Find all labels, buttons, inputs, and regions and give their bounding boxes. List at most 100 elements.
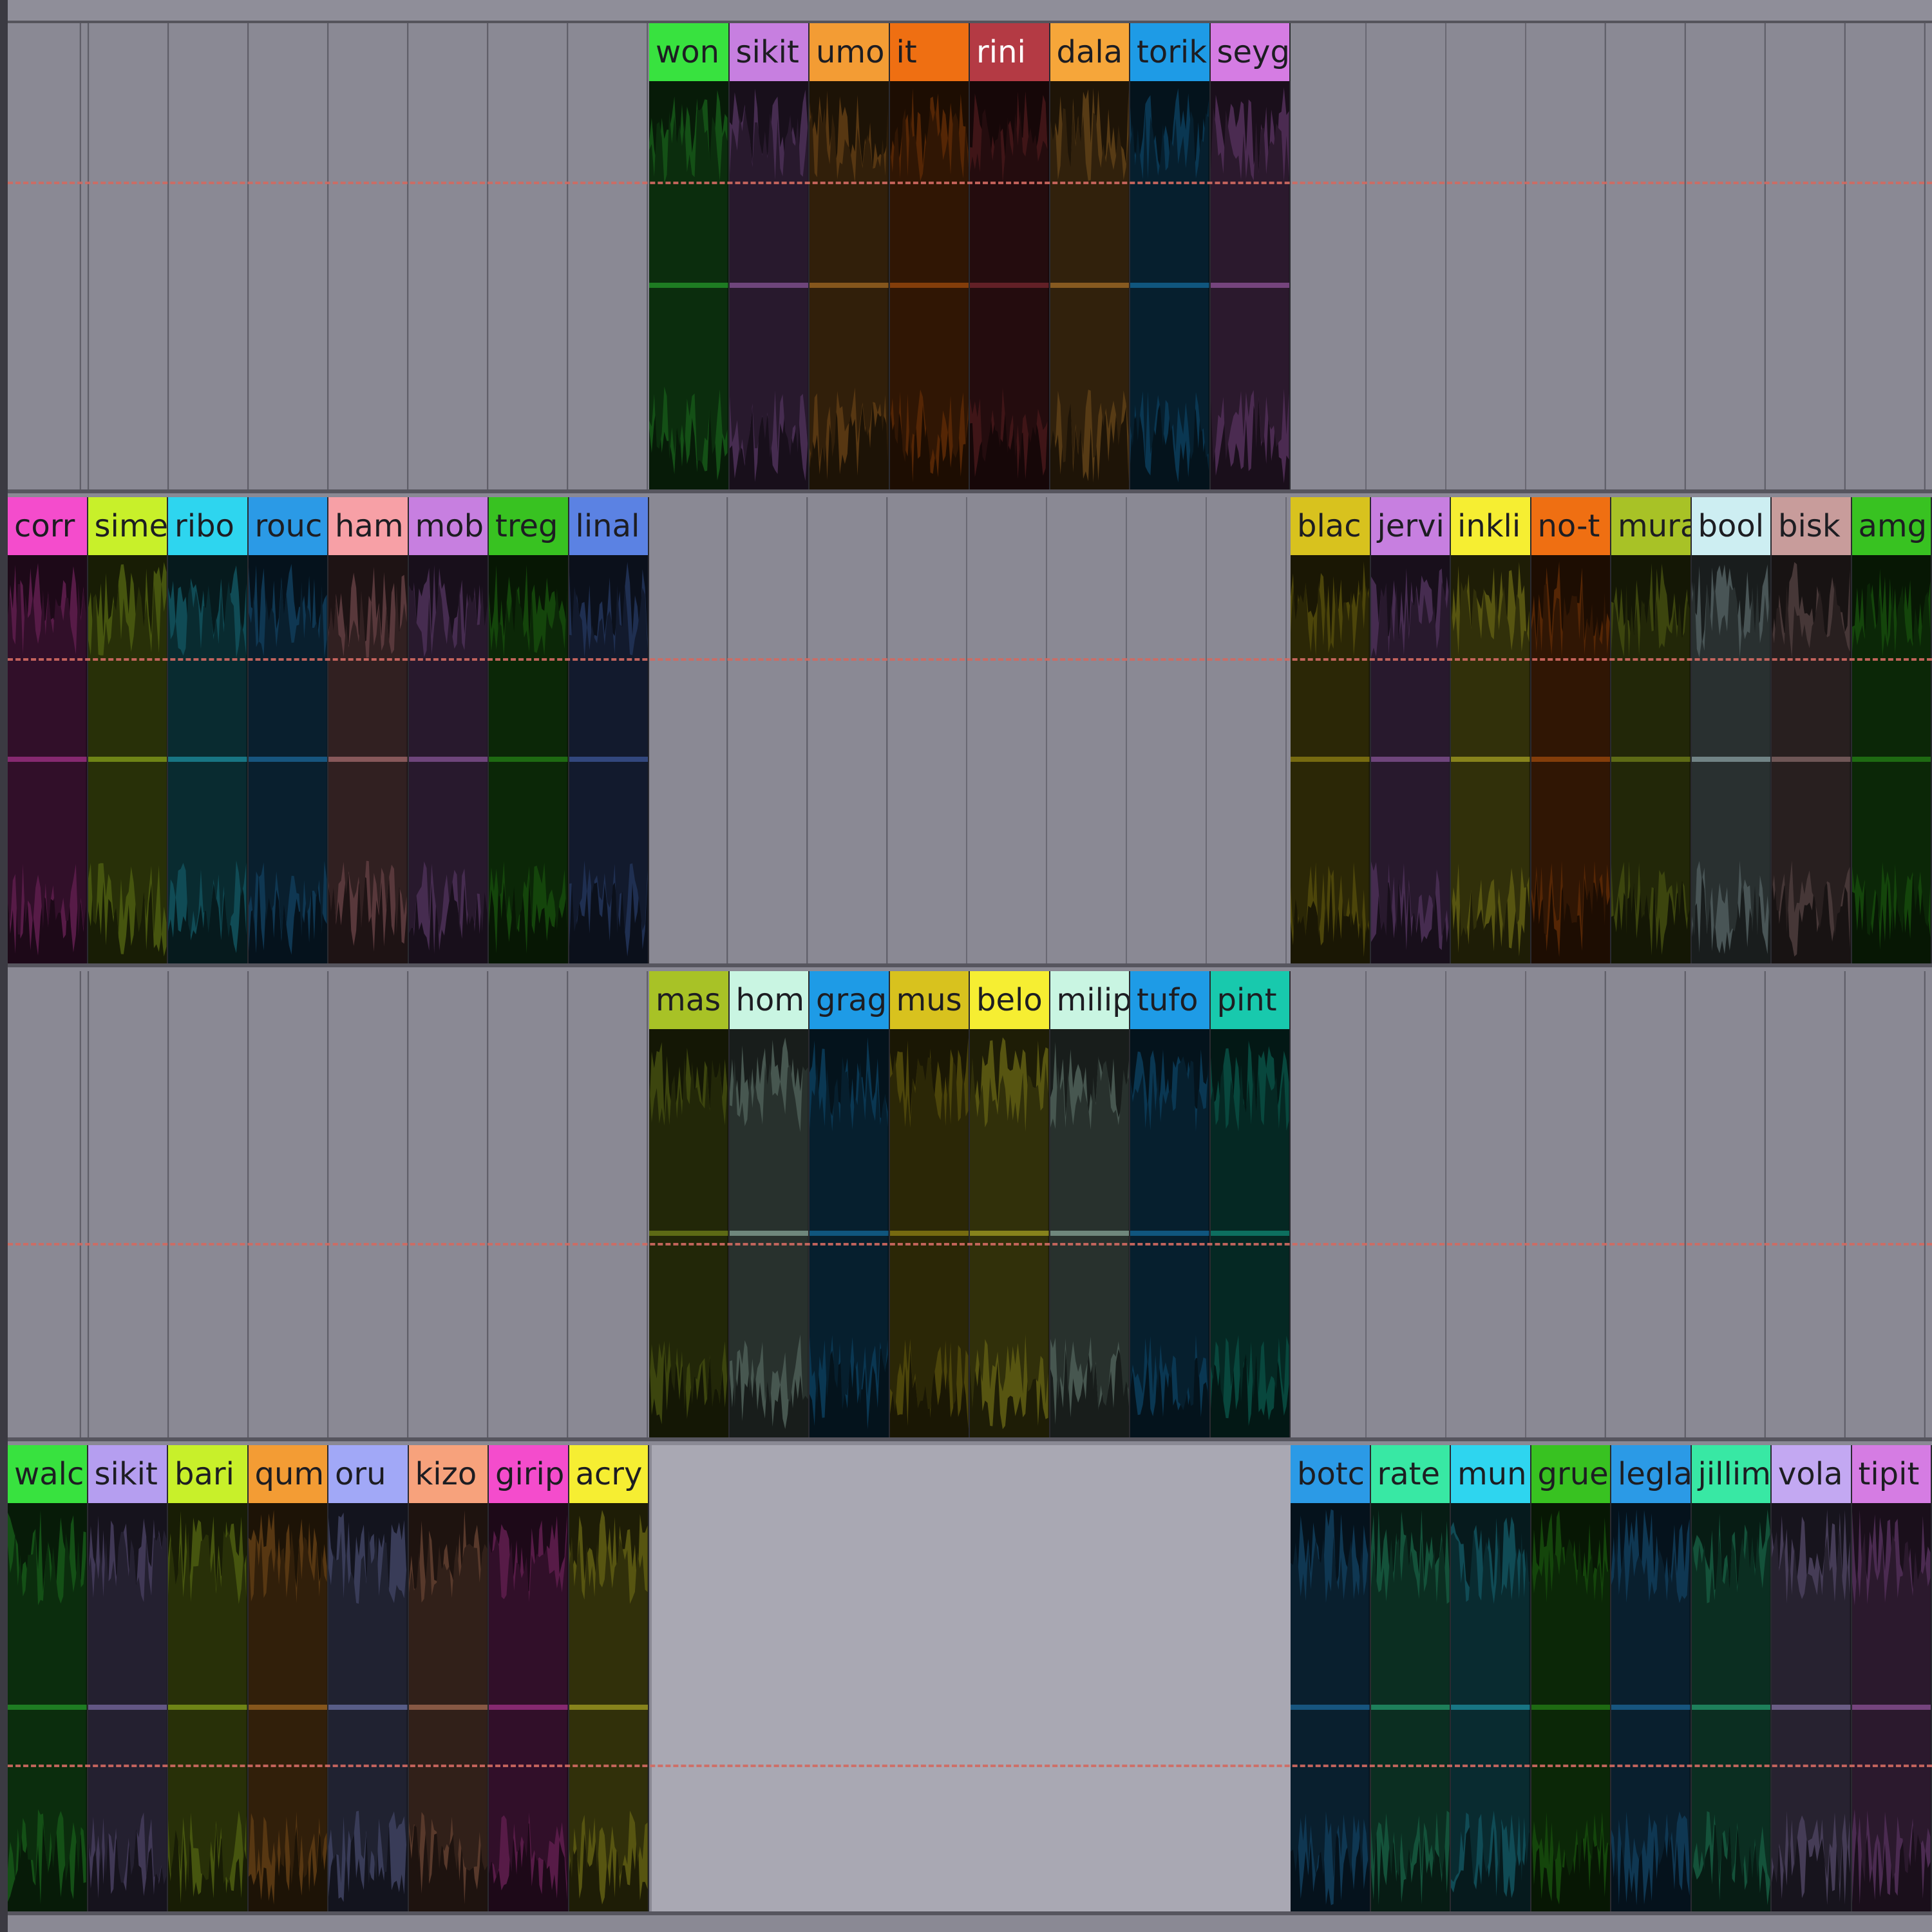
clip-title[interactable]: jillim: [1691, 1445, 1770, 1503]
clip-title[interactable]: botc: [1291, 1445, 1370, 1503]
clip-title[interactable]: hom: [729, 971, 808, 1029]
clip-title[interactable]: bool: [1691, 497, 1770, 555]
clip-title[interactable]: ham: [328, 497, 408, 555]
audio-clip[interactable]: umo: [810, 23, 890, 489]
audio-clip[interactable]: legla: [1611, 1445, 1692, 1911]
track-divider[interactable]: [8, 963, 1932, 967]
audio-clip[interactable]: mun: [1451, 1445, 1531, 1911]
clip-title[interactable]: won: [649, 23, 728, 81]
audio-clip[interactable]: jervi: [1370, 497, 1451, 963]
audio-clip[interactable]: rate: [1370, 1445, 1451, 1911]
audio-clip[interactable]: mura: [1611, 497, 1692, 963]
audio-clip[interactable]: vola: [1772, 1445, 1852, 1911]
audio-clip[interactable]: qum: [248, 1445, 328, 1911]
clip-title[interactable]: inkli: [1451, 497, 1530, 555]
clip-title[interactable]: vola: [1772, 1445, 1851, 1503]
clip-title[interactable]: blac: [1291, 497, 1370, 555]
clip-title[interactable]: oru: [328, 1445, 408, 1503]
track-divider[interactable]: [8, 1437, 1932, 1441]
audio-clip[interactable]: kizo: [408, 1445, 489, 1911]
clip-title[interactable]: sikit: [88, 1445, 167, 1503]
clip-title[interactable]: mob: [408, 497, 488, 555]
audio-clip[interactable]: rouc: [248, 497, 328, 963]
clip-title[interactable]: bari: [168, 1445, 247, 1503]
audio-clip[interactable]: torik: [1130, 23, 1211, 489]
audio-clip[interactable]: no-t: [1531, 497, 1611, 963]
clip-title[interactable]: tipit: [1852, 1445, 1931, 1503]
clip-title[interactable]: bisk: [1772, 497, 1851, 555]
audio-track-1[interactable]: won sikit umo it rini dala torik seyg: [8, 23, 1932, 493]
audio-clip[interactable]: it: [889, 23, 970, 489]
clip-title[interactable]: legla: [1611, 1445, 1690, 1503]
clip-title[interactable]: jervi: [1370, 497, 1450, 555]
time-selection[interactable]: [652, 1445, 1293, 1911]
audio-clip[interactable]: ham: [328, 497, 409, 963]
clip-title[interactable]: mun: [1451, 1445, 1530, 1503]
clip-title[interactable]: tufo: [1130, 971, 1209, 1029]
clip-title[interactable]: treg: [489, 497, 568, 555]
clip-title[interactable]: linal: [569, 497, 648, 555]
volume-automation-line[interactable]: [8, 182, 1932, 184]
audio-clip[interactable]: inkli: [1451, 497, 1531, 963]
clip-title[interactable]: grag: [810, 971, 889, 1029]
audio-clip[interactable]: blac: [1291, 497, 1371, 963]
audio-clip[interactable]: walc: [8, 1445, 88, 1911]
clip-title[interactable]: belo: [970, 971, 1049, 1029]
clip-title[interactable]: rouc: [248, 497, 327, 555]
clip-title[interactable]: mura: [1611, 497, 1690, 555]
audio-clip[interactable]: sikit: [729, 23, 810, 489]
clip-title[interactable]: dala: [1050, 23, 1129, 81]
audio-clip[interactable]: jillim: [1691, 1445, 1772, 1911]
arrangement-view[interactable]: won sikit umo it rini dala torik seyg corr sime r…: [0, 0, 1932, 1932]
clip-title[interactable]: ribo: [168, 497, 247, 555]
audio-clip[interactable]: bisk: [1772, 497, 1852, 963]
audio-track-2[interactable]: corr sime ribo rouc ham mob treg linal blac jervi…: [8, 497, 1932, 967]
audio-clip[interactable]: oru: [328, 1445, 409, 1911]
clip-title[interactable]: grue: [1531, 1445, 1610, 1503]
audio-clip[interactable]: linal: [569, 497, 649, 963]
clip-title[interactable]: rini: [970, 23, 1049, 81]
audio-clip[interactable]: grue: [1531, 1445, 1611, 1911]
audio-clip[interactable]: mus: [889, 971, 970, 1437]
clip-title[interactable]: pint: [1210, 971, 1289, 1029]
clip-title[interactable]: corr: [8, 497, 87, 555]
track-divider[interactable]: [8, 489, 1932, 493]
audio-clip[interactable]: hom: [729, 971, 810, 1437]
audio-clip[interactable]: dala: [1050, 23, 1130, 489]
clip-title[interactable]: milip: [1050, 971, 1129, 1029]
clip-title[interactable]: kizo: [408, 1445, 488, 1503]
audio-clip[interactable]: girip: [489, 1445, 569, 1911]
clip-title[interactable]: girip: [489, 1445, 568, 1503]
audio-clip[interactable]: belo: [970, 971, 1050, 1437]
audio-clip[interactable]: grag: [810, 971, 890, 1437]
audio-clip[interactable]: mas: [649, 971, 730, 1437]
audio-clip[interactable]: won: [649, 23, 730, 489]
audio-clip[interactable]: milip: [1050, 971, 1130, 1437]
audio-clip[interactable]: rini: [970, 23, 1050, 489]
clip-title[interactable]: seyg: [1210, 23, 1289, 81]
audio-track-3[interactable]: mas hom grag mus belo milip tufo pint: [8, 971, 1932, 1441]
clip-title[interactable]: rate: [1370, 1445, 1450, 1503]
clip-title[interactable]: walc: [8, 1445, 87, 1503]
audio-clip[interactable]: seyg: [1210, 23, 1291, 489]
audio-clip[interactable]: bool: [1691, 497, 1772, 963]
audio-clip[interactable]: mob: [408, 497, 489, 963]
audio-clip[interactable]: botc: [1291, 1445, 1371, 1911]
clip-title[interactable]: no-t: [1531, 497, 1610, 555]
audio-track-4[interactable]: walc sikit bari qum oru kizo girip acry botc rate…: [8, 1445, 1932, 1915]
clip-title[interactable]: amg: [1852, 497, 1931, 555]
clip-title[interactable]: umo: [810, 23, 889, 81]
volume-automation-line[interactable]: [8, 1765, 1932, 1767]
timeline-ruler[interactable]: [8, 0, 1932, 23]
clip-title[interactable]: torik: [1130, 23, 1209, 81]
audio-clip[interactable]: sime: [88, 497, 168, 963]
audio-clip[interactable]: tufo: [1130, 971, 1211, 1437]
audio-clip[interactable]: bari: [168, 1445, 249, 1911]
audio-clip[interactable]: sikit: [88, 1445, 168, 1911]
clip-title[interactable]: mus: [889, 971, 969, 1029]
audio-clip[interactable]: pint: [1210, 971, 1291, 1437]
audio-clip[interactable]: corr: [8, 497, 88, 963]
volume-automation-line[interactable]: [8, 658, 1932, 661]
clip-title[interactable]: sikit: [729, 23, 808, 81]
clip-title[interactable]: acry: [569, 1445, 648, 1503]
